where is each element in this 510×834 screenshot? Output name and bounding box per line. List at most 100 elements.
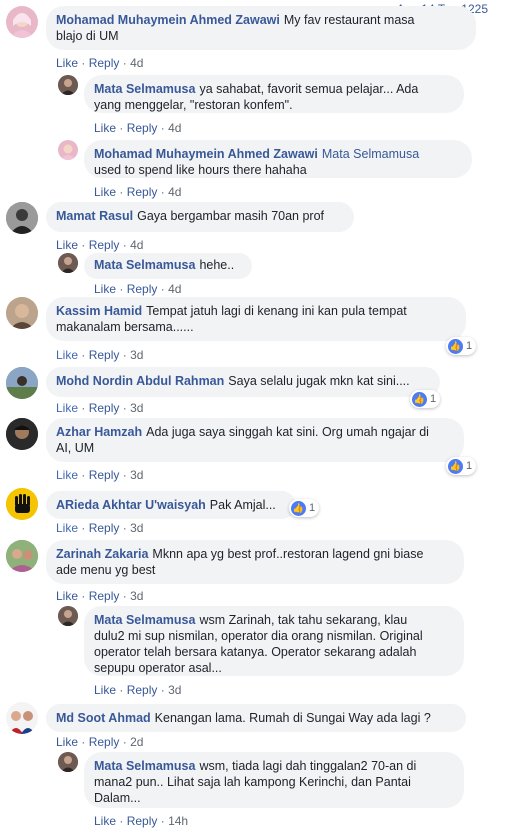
reply-button[interactable]: Reply	[89, 735, 120, 749]
commenter-name[interactable]: Mohamad Muhaymein Ahmed Zawawi	[94, 147, 318, 161]
commenter-name[interactable]: Azhar Hamzah	[56, 425, 142, 439]
comment-time[interactable]: 4d	[130, 238, 143, 252]
comment-time[interactable]: 2d	[130, 735, 143, 749]
like-button[interactable]: Like	[94, 121, 116, 135]
avatar[interactable]	[6, 367, 38, 399]
comment-time[interactable]: 3d	[130, 468, 143, 482]
commenter-name[interactable]: Zarinah Zakaria	[56, 547, 148, 561]
like-button[interactable]: Like	[56, 348, 78, 362]
avatar[interactable]	[6, 702, 38, 734]
like-button[interactable]: Like	[94, 282, 116, 296]
like-button[interactable]: Like	[94, 185, 116, 199]
like-button[interactable]: Like	[94, 814, 116, 828]
comment: Kassim Hamid Tempat jatuh lagi di kenang …	[6, 297, 477, 363]
comment-time[interactable]: 3d	[130, 589, 143, 603]
comment-text: ya sahabat, favorit semua pelajar... Ada	[199, 82, 419, 96]
like-button[interactable]: Like	[56, 56, 78, 70]
like-button[interactable]: Like	[56, 468, 78, 482]
comment-reply: Mata Selmamusa wsm, tiada lagi dah tingga…	[58, 752, 468, 832]
avatar[interactable]	[6, 202, 38, 234]
comment-time[interactable]: 3d	[130, 401, 143, 415]
commenter-name[interactable]: Mata Selmamusa	[94, 258, 195, 272]
like-button[interactable]: Like	[56, 238, 78, 252]
avatar[interactable]	[6, 540, 38, 572]
like-button[interactable]: Like	[56, 521, 78, 535]
reaction-count[interactable]: 👍 1	[446, 337, 477, 355]
like-button[interactable]: Like	[56, 401, 78, 415]
comment-text: used to spend like hours there hahaha	[94, 163, 307, 177]
like-button[interactable]: Like	[56, 589, 78, 603]
comment-actions: Like · Reply · 4d	[94, 121, 182, 135]
reply-button[interactable]: Reply	[127, 185, 158, 199]
comment-text: Pak Amjal...	[209, 498, 276, 512]
like-button[interactable]: Like	[56, 735, 78, 749]
comment-text: Dalam...	[94, 791, 141, 805]
comment-actions: Like · Reply · 4d	[94, 185, 182, 199]
comment-bubble: Mata Selmamusa hehe..	[84, 253, 252, 279]
avatar[interactable]	[58, 606, 78, 626]
tagged-user[interactable]: Mata Selmamusa	[322, 147, 419, 161]
comment-time[interactable]: 3d	[130, 348, 143, 362]
comment-time[interactable]: 14h	[168, 814, 188, 828]
avatar[interactable]	[6, 6, 38, 38]
comment-text: Ada juga saya singgah kat sini. Org umah…	[146, 425, 429, 439]
reply-button[interactable]: Reply	[89, 589, 120, 603]
reply-button[interactable]: Reply	[127, 282, 158, 296]
comment: Md Soot Ahmad Kenangan lama. Rumah di Sun…	[6, 702, 476, 752]
like-reaction-icon: 👍	[412, 391, 427, 407]
comment-time[interactable]: 4d	[168, 282, 181, 296]
commenter-name[interactable]: Md Soot Ahmad	[56, 711, 151, 725]
comment-time[interactable]: 4d	[168, 185, 181, 199]
avatar[interactable]	[6, 418, 38, 450]
comment-bubble: ARieda Akhtar U'waisyah Pak Amjal...	[46, 491, 296, 519]
reply-button[interactable]: Reply	[89, 468, 120, 482]
commenter-name[interactable]: Mata Selmamusa	[94, 759, 195, 773]
avatar[interactable]	[6, 297, 38, 329]
comment-bubble: Md Soot Ahmad Kenangan lama. Rumah di Sun…	[46, 704, 466, 732]
comment-bubble: Kassim Hamid Tempat jatuh lagi di kenang …	[46, 297, 466, 341]
like-button[interactable]: Like	[94, 683, 116, 697]
avatar[interactable]	[58, 75, 78, 95]
like-reaction-icon: 👍	[448, 338, 463, 354]
avatar[interactable]	[58, 140, 78, 160]
comment-actions: Like · Reply · 4d	[94, 282, 182, 296]
reply-button[interactable]: Reply	[89, 521, 120, 535]
commenter-name[interactable]: Mohamad Muhaymein Ahmed Zawawi	[56, 13, 280, 27]
reply-button[interactable]: Reply	[89, 56, 120, 70]
comment-actions: Like · Reply · 3d	[56, 521, 144, 535]
avatar[interactable]	[58, 253, 78, 273]
comment: Mohamad Muhaymein Ahmed Zawawi My fav res…	[6, 6, 476, 74]
comment-text: sepupu operator asal...	[94, 661, 222, 675]
comment-text: wsm Zarinah, tak tahu sekarang, klau	[199, 613, 408, 627]
comment-bubble: Mohamad Muhaymein Ahmed Zawawi My fav res…	[46, 6, 476, 50]
reaction-count[interactable]: 👍 1	[446, 457, 477, 475]
avatar[interactable]	[58, 752, 78, 772]
commenter-name[interactable]: Mamat Rasul	[56, 209, 133, 223]
commenter-name[interactable]: Mata Selmamusa	[94, 82, 195, 96]
commenter-name[interactable]: Kassim Hamid	[56, 304, 142, 318]
comment-time[interactable]: 4d	[130, 56, 143, 70]
commenter-name[interactable]: Mata Selmamusa	[94, 613, 195, 627]
comment-text: AI, UM	[56, 441, 95, 455]
comment-actions: Like · Reply · 4d	[56, 238, 144, 252]
comment-text: Gaya bergambar masih 70an prof	[137, 209, 325, 223]
comment-time[interactable]: 3d	[168, 683, 181, 697]
comment-text: wsm, tiada lagi dah tinggalan2 70-an di	[199, 759, 417, 773]
reply-button[interactable]: Reply	[89, 238, 120, 252]
reaction-count[interactable]: 👍 1	[289, 499, 320, 517]
comment-time[interactable]: 3d	[130, 521, 143, 535]
commenter-name[interactable]: Mohd Nordin Abdul Rahman	[56, 374, 224, 388]
reply-button[interactable]: Reply	[127, 121, 158, 135]
reaction-count[interactable]: 👍 1	[410, 390, 441, 408]
reply-button[interactable]: Reply	[89, 348, 120, 362]
reply-button[interactable]: Reply	[127, 683, 158, 697]
comment-bubble: Mata Selmamusa ya sahabat, favorit semua …	[84, 75, 464, 113]
reply-button[interactable]: Reply	[127, 814, 158, 828]
comment-time[interactable]: 4d	[168, 121, 181, 135]
commenter-name[interactable]: ARieda Akhtar U'waisyah	[56, 498, 206, 512]
comment-actions: Like · Reply · 4d	[56, 56, 144, 70]
reply-button[interactable]: Reply	[89, 401, 120, 415]
avatar[interactable]	[6, 488, 38, 520]
comment: Mohd Nordin Abdul Rahman Saya selalu juga…	[6, 367, 446, 417]
comment-actions: Like · Reply · 3d	[56, 348, 144, 362]
